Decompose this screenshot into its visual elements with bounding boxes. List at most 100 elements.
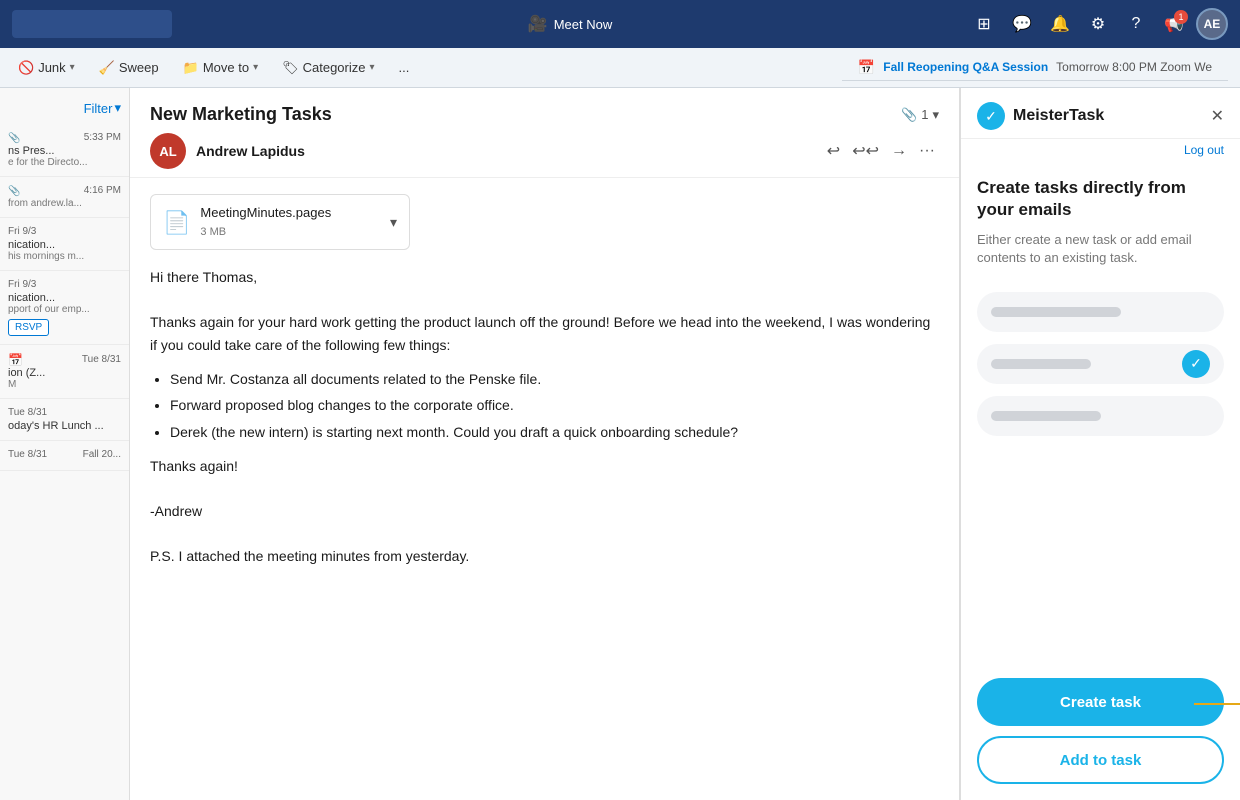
mail-subject: oday's HR Lunch ... [8,420,121,432]
calendar-banner: 📅 Fall Reopening Q&A Session Tomorrow 8:… [842,55,1228,81]
junk-button[interactable]: 🚫 Junk ▾ [12,56,81,80]
close-button[interactable]: ✕ [1211,106,1224,126]
close-icon: ✕ [1211,108,1224,125]
mail-preview: his mornings m... [8,251,121,262]
list-item[interactable]: Tue 8/31 oday's HR Lunch ... [0,399,129,441]
sweep-icon: 🧹 [99,60,115,76]
email-paragraph1: Thanks again for your hard work getting … [150,311,939,356]
list-item: Derek (the new intern) is starting next … [170,421,939,443]
email-task-list: Send Mr. Costanza all documents related … [170,368,939,443]
bell-icon: 🔔 [1050,14,1070,34]
mail-preview: pport of our emp... [8,304,121,315]
mail-list: Filter ▾ 📎 5:33 PM ns Pres... e for the … [0,88,130,800]
bell-button[interactable]: 🔔 [1044,8,1076,40]
junk-label: Junk [38,60,65,75]
meister-title: MeisterTask [1013,107,1104,125]
add-to-task-button[interactable]: Add to task [977,736,1224,784]
reply-button[interactable]: ↩ [823,137,844,165]
help-button[interactable]: ? [1120,8,1152,40]
feedback-icon: 💬 [1012,14,1032,34]
sender-avatar: AL [150,133,186,169]
feedback-button[interactable]: 💬 [1006,8,1038,40]
attachment-count: 📎 1 ▾ [901,107,939,123]
email-signature: -Andrew [150,500,939,522]
log-out-link[interactable]: Log out [961,139,1240,161]
task-bar-1 [991,307,1121,317]
filter-label: Filter [84,101,113,116]
callout-line [1194,703,1240,705]
categorize-chevron-icon: ▾ [369,62,374,73]
step-callout: 4 [1194,676,1240,732]
meister-headline: Create tasks directly from your emails [977,177,1224,221]
alerts-button[interactable]: 📢 1 [1158,8,1190,40]
help-icon: ? [1132,15,1141,33]
categorize-button[interactable]: 🏷 Categorize ▾ [276,56,380,80]
email-ps: P.S. I attached the meeting minutes from… [150,545,939,567]
list-item[interactable]: Fri 9/3 nication... pport of our emp... … [0,271,129,345]
list-item[interactable]: Fri 9/3 nication... his mornings m... [0,218,129,271]
top-bar-left [12,10,172,38]
list-item: Forward proposed blog changes to the cor… [170,394,939,416]
mail-subject: ion (Z... [8,367,121,379]
junk-chevron-icon: ▾ [70,62,75,73]
search-box[interactable] [12,10,172,38]
meister-header: ✓ MeisterTask ✕ [961,88,1240,139]
attachment-card[interactable]: 📄 MeetingMinutes.pages 3 MB ▾ [150,194,410,250]
move-chevron-icon: ▾ [253,62,258,73]
forward-button[interactable]: → [887,137,911,165]
top-bar-center: 🎥 Meet Now [520,10,620,38]
user-avatar[interactable]: AE [1196,8,1228,40]
meistertask-panel: ✓ MeisterTask ✕ Log out Create tasks dir… [960,88,1240,800]
email-pane: New Marketing Tasks 📎 1 ▾ AL Andrew Lapi… [130,88,960,800]
more-email-button[interactable]: ··· [915,137,939,165]
rsvp-button[interactable]: RSVP [8,319,49,336]
sweep-button[interactable]: 🧹 Sweep [93,56,165,80]
main-layout: Filter ▾ 📎 5:33 PM ns Pres... e for the … [0,88,1240,800]
task-bar-3 [991,411,1101,421]
action-bar: 🚫 Junk ▾ 🧹 Sweep 📁 Move to ▾ 🏷 Categoriz… [0,48,1240,88]
sender-info: AL Andrew Lapidus [150,133,305,169]
create-task-button[interactable]: Create task [977,678,1224,726]
attachment-icon: 📎 [8,133,20,144]
task-row [977,292,1224,332]
file-size: 3 MB [200,224,331,242]
email-title: New Marketing Tasks [150,104,332,125]
categorize-label: Categorize [303,60,366,75]
move-to-button[interactable]: 📁 Move to ▾ [177,56,264,80]
filter-chevron-icon: ▾ [114,100,121,116]
grid-icon-button[interactable]: ⊞ [968,8,1000,40]
reply-all-button[interactable]: ↩↩ [848,137,883,165]
junk-icon: 🚫 [18,60,34,76]
meister-body: Create tasks directly from your emails E… [961,161,1240,678]
list-item[interactable]: 📎 5:33 PM ns Pres... e for the Directo..… [0,124,129,177]
meet-now-button[interactable]: 🎥 Meet Now [520,10,620,38]
task-check-icon: ✓ [1182,350,1210,378]
email-header: New Marketing Tasks 📎 1 ▾ AL Andrew Lapi… [130,88,959,178]
mail-subject: nication... [8,239,121,251]
task-bar-2 [991,359,1091,369]
email-thanks: Thanks again! [150,455,939,477]
list-item[interactable]: Tue 8/31 Fall 20... [0,441,129,471]
more-button[interactable]: ... [393,56,416,79]
notification-badge: 1 [1174,10,1188,24]
gear-icon: ⚙ [1091,14,1105,34]
file-icon: 📄 [163,205,190,240]
settings-button[interactable]: ⚙ [1082,8,1114,40]
move-to-label: Move to [203,60,249,75]
meister-subtext: Either create a new task or add email co… [977,231,1224,267]
chevron-down-icon: ▾ [932,107,939,123]
calendar-icon: 📅 [858,59,875,76]
email-greeting: Hi there Thomas, [150,266,939,288]
attachment-expand-button[interactable]: ▾ [390,214,397,231]
list-item[interactable]: 📎 4:16 PM from andrew.la... [0,177,129,218]
filter-button[interactable]: Filter ▾ [84,100,121,116]
mail-preview: from andrew.la... [8,198,121,209]
mail-preview: e for the Directo... [8,157,121,168]
top-bar-right: ⊞ 💬 🔔 ⚙ ? 📢 1 AE [968,8,1228,40]
list-item[interactable]: 📅 Tue 8/31 ion (Z... M [0,345,129,399]
mail-preview: M [8,379,121,390]
attachment-left: 📄 MeetingMinutes.pages 3 MB [163,203,331,241]
email-sender-row: AL Andrew Lapidus ↩ ↩↩ → ··· [150,133,939,169]
video-icon: 🎥 [528,14,548,34]
meister-logo: ✓ [977,102,1005,130]
